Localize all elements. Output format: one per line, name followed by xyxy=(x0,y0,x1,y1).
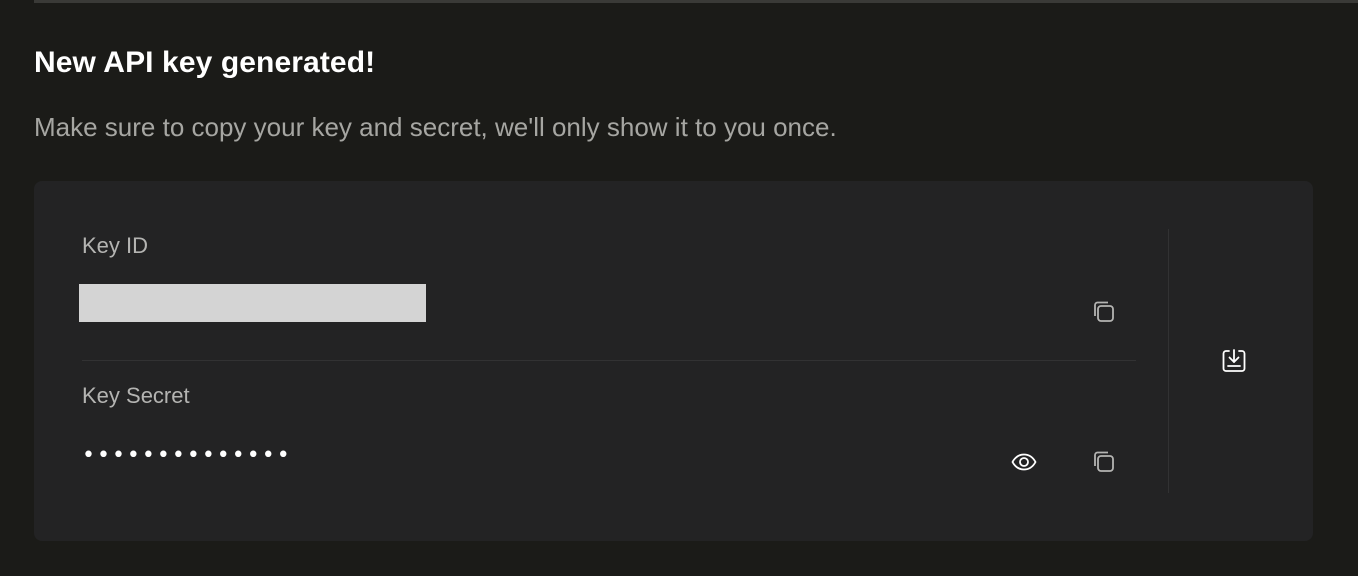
key-id-label: Key ID xyxy=(82,233,149,258)
top-divider xyxy=(34,0,1358,3)
key-secret-label: Key Secret xyxy=(82,383,190,408)
row-divider xyxy=(82,360,1136,361)
copy-icon xyxy=(1090,448,1118,476)
eye-icon xyxy=(1010,448,1038,476)
download-credentials-button[interactable] xyxy=(1218,345,1250,377)
credentials-card: Key ID Key Secret •••••••••••••• xyxy=(34,181,1313,541)
reveal-secret-button[interactable] xyxy=(1008,446,1040,478)
vertical-divider xyxy=(1168,229,1169,493)
copy-key-secret-button[interactable] xyxy=(1088,446,1120,478)
key-secret-value-masked[interactable]: •••••••••••••• xyxy=(82,443,292,468)
key-id-value-redacted[interactable] xyxy=(79,284,426,322)
dialog-title: New API key generated! xyxy=(34,46,376,79)
copy-key-id-button[interactable] xyxy=(1088,296,1120,328)
api-key-dialog: New API key generated! Make sure to copy… xyxy=(0,0,1358,576)
download-icon xyxy=(1219,346,1249,376)
dialog-subtitle: Make sure to copy your key and secret, w… xyxy=(34,112,837,142)
copy-icon xyxy=(1090,298,1118,326)
